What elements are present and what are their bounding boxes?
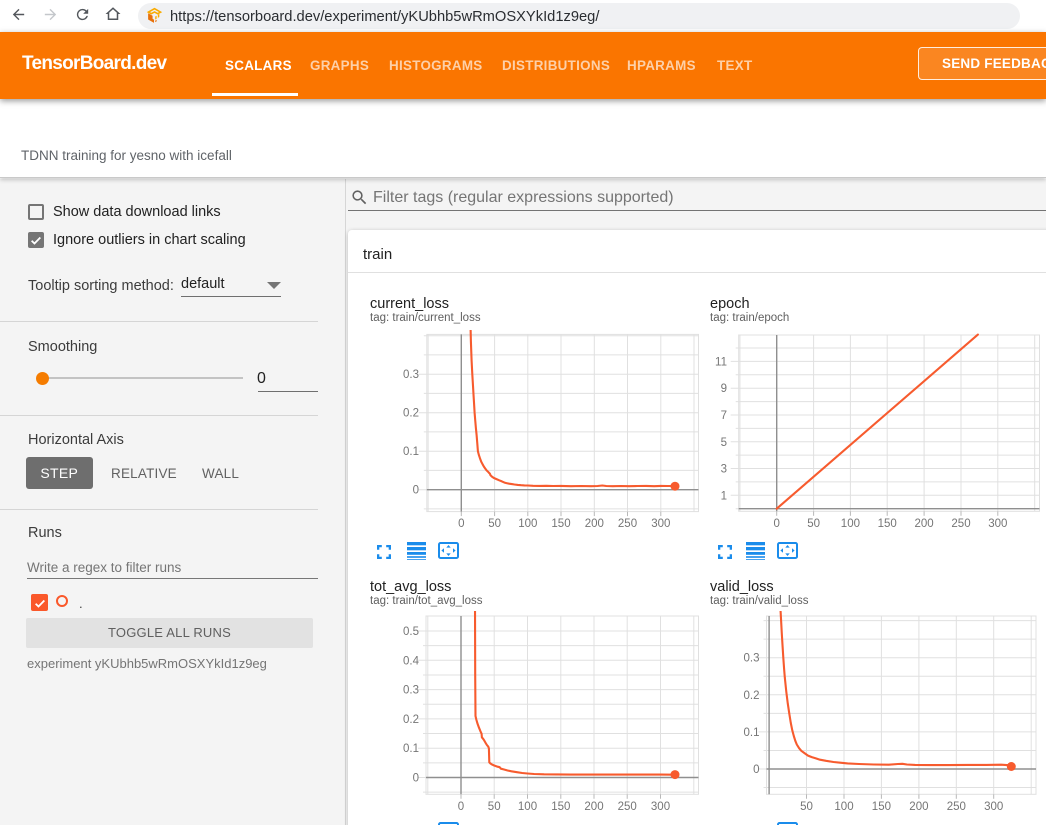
svg-text:0.3: 0.3	[403, 369, 419, 381]
svg-text:0.1: 0.1	[403, 743, 419, 755]
svg-text:0.2: 0.2	[744, 690, 760, 702]
svg-text:0.2: 0.2	[403, 714, 419, 726]
svg-text:100: 100	[834, 801, 853, 813]
svg-text:250: 250	[618, 518, 637, 530]
svg-text:200: 200	[915, 518, 934, 530]
svg-text:150: 150	[551, 801, 570, 813]
svg-text:150: 150	[872, 801, 891, 813]
svg-text:150: 150	[878, 518, 897, 530]
svg-text:300: 300	[651, 518, 670, 530]
svg-text:200: 200	[909, 801, 928, 813]
svg-text:50: 50	[807, 518, 820, 530]
svg-text:9: 9	[721, 383, 727, 395]
svg-text:0.3: 0.3	[744, 653, 760, 665]
svg-text:250: 250	[618, 801, 637, 813]
svg-text:0: 0	[753, 764, 759, 776]
svg-text:50: 50	[800, 801, 813, 813]
svg-text:200: 200	[584, 801, 603, 813]
svg-text:0: 0	[773, 518, 779, 530]
svg-text:0.1: 0.1	[744, 727, 760, 739]
svg-text:0: 0	[458, 801, 464, 813]
svg-text:0: 0	[413, 773, 419, 785]
svg-text:250: 250	[951, 518, 970, 530]
svg-text:50: 50	[488, 801, 501, 813]
svg-text:0.1: 0.1	[403, 446, 419, 458]
svg-text:50: 50	[488, 518, 501, 530]
svg-text:100: 100	[841, 518, 860, 530]
svg-text:300: 300	[984, 801, 1003, 813]
svg-text:250: 250	[947, 801, 966, 813]
svg-text:0.5: 0.5	[403, 626, 419, 638]
svg-text:0.3: 0.3	[403, 685, 419, 697]
svg-text:3: 3	[721, 464, 727, 476]
svg-text:0: 0	[413, 485, 419, 497]
svg-text:100: 100	[518, 801, 537, 813]
svg-text:5: 5	[721, 437, 727, 449]
svg-text:0: 0	[458, 518, 464, 530]
svg-text:0.2: 0.2	[403, 408, 419, 420]
svg-text:300: 300	[988, 518, 1007, 530]
svg-text:300: 300	[651, 801, 670, 813]
svg-text:7: 7	[721, 410, 727, 422]
svg-text:150: 150	[551, 518, 570, 530]
svg-text:1: 1	[721, 490, 727, 502]
svg-text:0.4: 0.4	[403, 655, 420, 667]
svg-text:11: 11	[715, 356, 727, 368]
svg-text:200: 200	[585, 518, 604, 530]
svg-text:100: 100	[518, 518, 537, 530]
